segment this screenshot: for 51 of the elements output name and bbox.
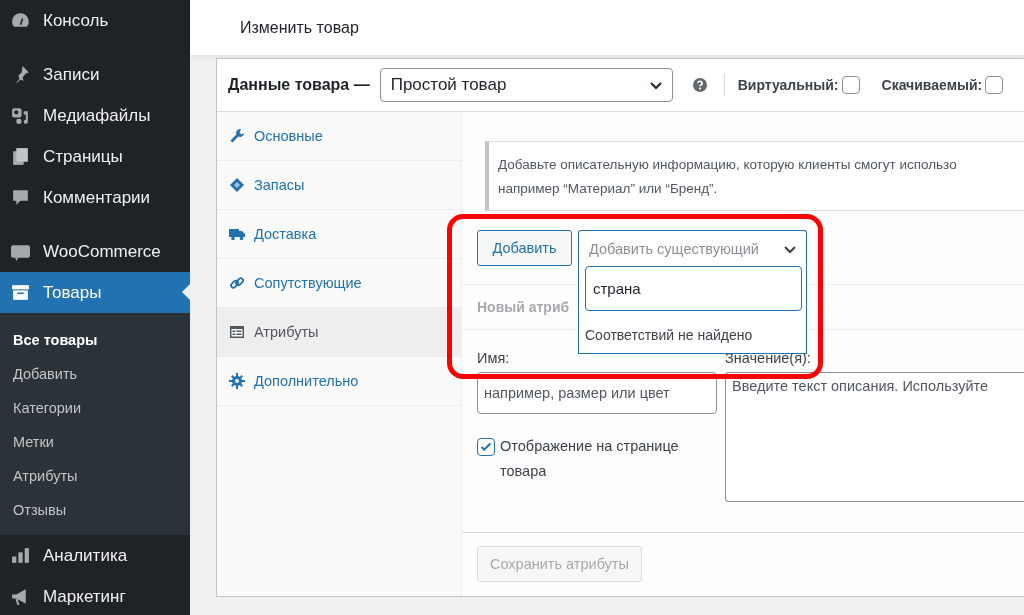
add-button[interactable]: Добавить bbox=[477, 230, 572, 266]
tab[interactable]: Доставка bbox=[217, 210, 461, 259]
section-heading: Новый атриб bbox=[477, 299, 570, 315]
menu-item[interactable]: Медиафайлы bbox=[0, 95, 190, 136]
checkmark-icon bbox=[479, 440, 493, 454]
option-label: Скачиваемый: bbox=[881, 77, 983, 93]
truck-icon bbox=[229, 226, 245, 242]
submenu-item[interactable]: Все товары bbox=[0, 323, 190, 357]
page-title: Изменить товар bbox=[240, 18, 359, 37]
values-textarea[interactable]: Введите текст описания. Используйте bbox=[725, 372, 1024, 502]
settings-icon bbox=[229, 373, 245, 389]
submenu-item[interactable]: Категории bbox=[0, 391, 190, 425]
menu-item[interactable]: Маркетинг bbox=[0, 576, 190, 615]
submenu-item[interactable]: Метки bbox=[0, 425, 190, 459]
field-label: Имя: bbox=[477, 350, 511, 368]
speech-bubble-icon bbox=[10, 187, 31, 208]
notice-text: Добавьте описательную информацию, которую клиенты смогут использо bbox=[498, 156, 958, 174]
media-icon bbox=[10, 105, 31, 126]
option-label: Виртуальный: bbox=[737, 77, 839, 93]
no-results-message: Соответствий не найдено bbox=[585, 327, 754, 343]
menu-item[interactable]: Аналитика bbox=[0, 535, 190, 576]
wrench-icon bbox=[229, 128, 245, 144]
menu-item[interactable]: Комментарии bbox=[0, 177, 190, 218]
link-icon bbox=[229, 275, 245, 291]
tab[interactable]: Атрибуты bbox=[217, 308, 461, 357]
menu-item[interactable]: Товары bbox=[0, 272, 190, 313]
tag-icon bbox=[229, 177, 245, 193]
tab[interactable]: Основные bbox=[217, 112, 461, 161]
submenu-item[interactable]: Добавить bbox=[0, 357, 190, 391]
menu-item[interactable]: WooCommerce bbox=[0, 231, 190, 272]
pages-icon bbox=[10, 146, 31, 167]
tab[interactable]: Дополнительно bbox=[217, 357, 461, 406]
archive-box-icon bbox=[10, 282, 31, 303]
help-icon[interactable] bbox=[691, 77, 708, 93]
panel-title: Данные товара — bbox=[228, 76, 370, 94]
submenu-item[interactable]: Отзывы bbox=[0, 493, 190, 527]
notice-text: например “Материал” или “Бренд”. bbox=[498, 180, 719, 198]
menu-item[interactable]: Консоль bbox=[0, 0, 190, 41]
tab[interactable]: Запасы bbox=[217, 161, 461, 210]
menu-item[interactable]: Записи bbox=[0, 54, 190, 95]
checkbox[interactable] bbox=[985, 76, 1004, 94]
bar-chart-icon bbox=[10, 545, 31, 566]
field-label: Значение(я): bbox=[725, 350, 812, 368]
checkbox[interactable] bbox=[841, 76, 860, 94]
checkbox[interactable] bbox=[477, 438, 495, 456]
menu-item[interactable]: Страницы bbox=[0, 136, 190, 177]
product-type-select[interactable]: Простой товар bbox=[379, 68, 673, 102]
submenu-item[interactable]: Атрибуты bbox=[0, 459, 190, 493]
search-field[interactable]: страна bbox=[585, 266, 802, 311]
list-card-icon bbox=[229, 324, 245, 340]
checkbox-label: Отображение на странице товара bbox=[500, 437, 680, 481]
